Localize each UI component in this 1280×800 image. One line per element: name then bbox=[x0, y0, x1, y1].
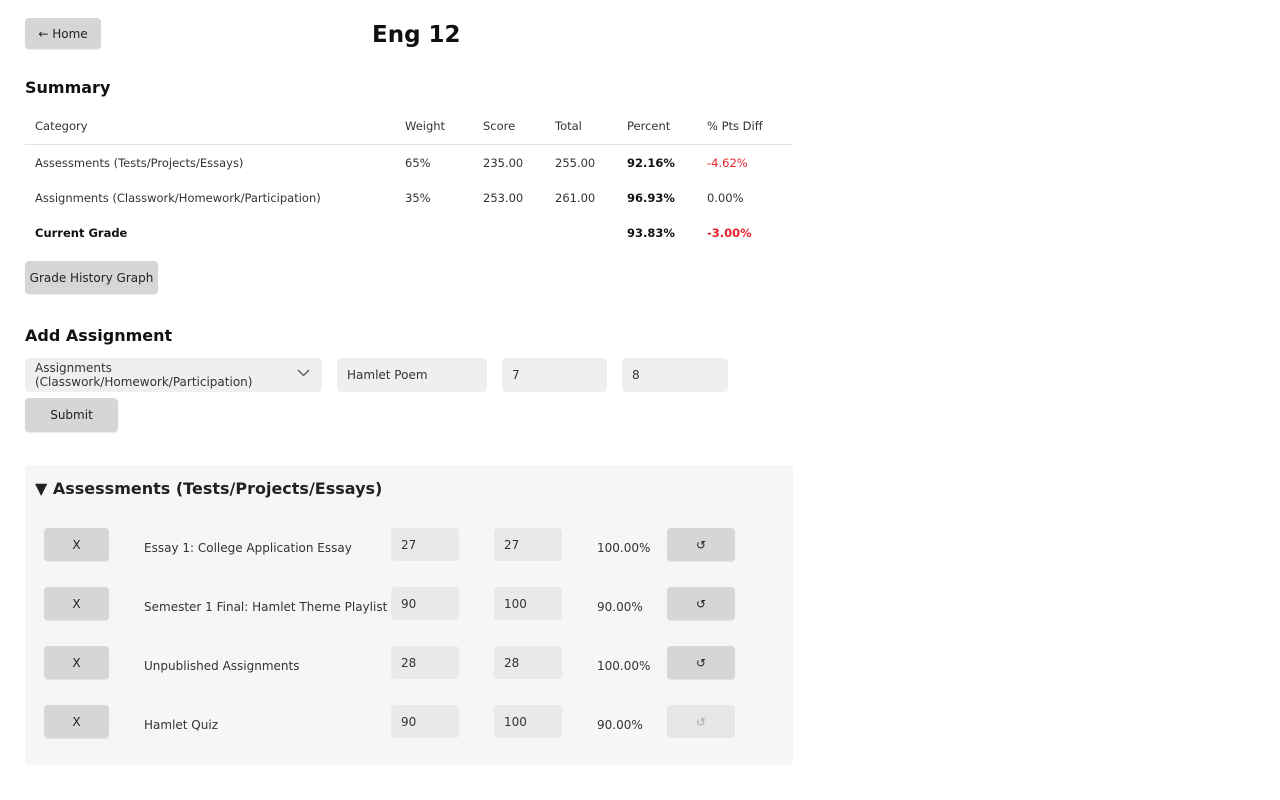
cell-diff: 0.00% bbox=[707, 190, 744, 205]
cell-total: 261.00 bbox=[555, 190, 596, 205]
assignment-name: Hamlet Quiz bbox=[144, 718, 218, 732]
total-value: 100 bbox=[504, 714, 527, 729]
assignment-name: Unpublished Assignments bbox=[144, 659, 300, 673]
col-header-diff: % Pts Diff bbox=[697, 108, 792, 145]
summary-table: Category Weight Score Total Percent % Pt… bbox=[25, 108, 792, 250]
total-value: 27 bbox=[504, 537, 520, 552]
summary-heading: Summary bbox=[25, 78, 111, 97]
section-toggle[interactable]: ▼ Assessments (Tests/Projects/Essays) bbox=[35, 479, 382, 498]
cell-weight: 35% bbox=[405, 190, 431, 205]
total-input[interactable]: 100 bbox=[494, 705, 562, 738]
col-header-category: Category bbox=[25, 108, 395, 145]
assignment-name: Semester 1 Final: Hamlet Theme Playlist bbox=[144, 600, 388, 614]
score-value: 27 bbox=[401, 537, 417, 552]
table-row: Assessments (Tests/Projects/Essays) 65% … bbox=[25, 145, 792, 181]
submit-label: Submit bbox=[50, 408, 93, 422]
delete-button[interactable]: X bbox=[44, 528, 109, 561]
cell-score: 235.00 bbox=[483, 155, 524, 170]
score-value: 90 bbox=[401, 596, 417, 611]
home-button-label: ← Home bbox=[38, 26, 88, 41]
assignment-name-input[interactable]: Hamlet Poem bbox=[337, 358, 487, 392]
current-grade-percent: 93.83% bbox=[627, 225, 675, 240]
reset-icon: ↺ bbox=[695, 714, 707, 729]
score-input[interactable]: 90 bbox=[391, 587, 459, 620]
chevron-down-icon bbox=[297, 367, 310, 381]
total-input[interactable]: 28 bbox=[494, 646, 562, 679]
reset-button[interactable]: ↺ bbox=[667, 646, 735, 679]
total-input[interactable]: 27 bbox=[494, 528, 562, 561]
reset-button[interactable]: ↺ bbox=[667, 705, 735, 738]
cell-weight: 65% bbox=[405, 155, 431, 170]
assignment-name: Essay 1: College Application Essay bbox=[144, 541, 352, 555]
score-input[interactable]: 90 bbox=[391, 705, 459, 738]
assignment-total-value: 8 bbox=[632, 368, 640, 382]
submit-button[interactable]: Submit bbox=[25, 398, 118, 432]
reset-icon: ↺ bbox=[695, 537, 707, 552]
cell-score: 253.00 bbox=[483, 190, 524, 205]
reset-icon: ↺ bbox=[695, 655, 707, 670]
assignment-percent: 90.00% bbox=[597, 718, 643, 732]
score-value: 90 bbox=[401, 714, 417, 729]
assignment-percent: 100.00% bbox=[597, 541, 651, 555]
delete-label: X bbox=[72, 714, 81, 729]
current-grade-label: Current Grade bbox=[35, 225, 128, 240]
score-value: 28 bbox=[401, 655, 417, 670]
score-input[interactable]: 27 bbox=[391, 528, 459, 561]
cell-category: Assessments (Tests/Projects/Essays) bbox=[35, 155, 244, 170]
summary-header-row: Category Weight Score Total Percent % Pt… bbox=[25, 108, 792, 145]
assignment-score-value: 7 bbox=[512, 368, 520, 382]
category-select-value: Assignments (Classwork/Homework/Particip… bbox=[35, 361, 253, 389]
delete-label: X bbox=[72, 596, 81, 611]
grade-history-graph-label: Grade History Graph bbox=[29, 270, 154, 285]
col-header-weight: Weight bbox=[395, 108, 473, 145]
reset-button[interactable]: ↺ bbox=[667, 587, 735, 620]
delete-button[interactable]: X bbox=[44, 705, 109, 738]
home-button[interactable]: ← Home bbox=[25, 18, 101, 49]
add-assignment-heading: Add Assignment bbox=[25, 326, 173, 345]
total-value: 28 bbox=[504, 655, 520, 670]
assessments-section: ▼ Assessments (Tests/Projects/Essays) X … bbox=[25, 465, 793, 765]
delete-label: X bbox=[72, 655, 81, 670]
total-value: 100 bbox=[504, 596, 527, 611]
current-grade-row: Current Grade 93.83% -3.00% bbox=[25, 215, 792, 250]
reset-button[interactable]: ↺ bbox=[667, 528, 735, 561]
assignment-percent: 100.00% bbox=[597, 659, 651, 673]
cell-category: Assignments (Classwork/Homework/Particip… bbox=[35, 190, 321, 205]
current-grade-diff: -3.00% bbox=[707, 225, 752, 240]
col-header-total: Total bbox=[545, 108, 617, 145]
delete-label: X bbox=[72, 537, 81, 552]
assignment-name-value: Hamlet Poem bbox=[347, 368, 428, 382]
cell-percent: 96.93% bbox=[627, 190, 675, 205]
assignment-percent: 90.00% bbox=[597, 600, 643, 614]
score-input[interactable]: 28 bbox=[391, 646, 459, 679]
delete-button[interactable]: X bbox=[44, 587, 109, 620]
delete-button[interactable]: X bbox=[44, 646, 109, 679]
col-header-score: Score bbox=[473, 108, 545, 145]
table-row: Assignments (Classwork/Homework/Particip… bbox=[25, 180, 792, 215]
assignment-total-input[interactable]: 8 bbox=[622, 358, 728, 392]
category-select[interactable]: Assignments (Classwork/Homework/Particip… bbox=[25, 358, 322, 392]
assignment-score-input[interactable]: 7 bbox=[502, 358, 607, 392]
cell-percent: 92.16% bbox=[627, 155, 675, 170]
total-input[interactable]: 100 bbox=[494, 587, 562, 620]
page-title: Eng 12 bbox=[372, 22, 461, 48]
cell-total: 255.00 bbox=[555, 155, 596, 170]
grade-history-graph-button[interactable]: Grade History Graph bbox=[25, 261, 158, 294]
col-header-percent: Percent bbox=[617, 108, 697, 145]
reset-icon: ↺ bbox=[695, 596, 707, 611]
cell-diff: -4.62% bbox=[707, 155, 748, 170]
